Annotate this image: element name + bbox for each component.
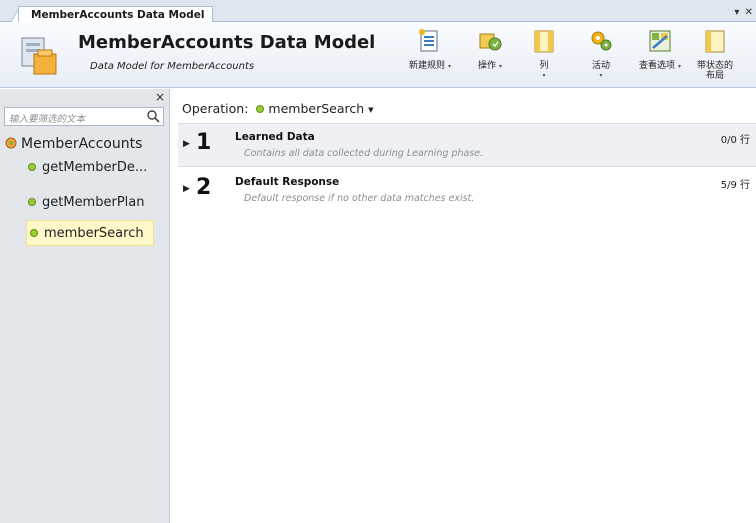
rule-number: 1: [196, 130, 212, 155]
tab-data-model[interactable]: MemberAccounts Data Model: [18, 6, 214, 23]
expand-triangle-icon[interactable]: ▶: [183, 139, 190, 149]
view-options-button[interactable]: 查看选项 ▾: [632, 28, 688, 72]
status-dot-icon: [30, 229, 38, 237]
document-tab-strip: MemberAccounts Data Model ▾ ✕: [0, 0, 756, 23]
page-subtitle: Data Model for MemberAccounts: [90, 61, 255, 72]
expand-triangle-icon[interactable]: ▶: [183, 184, 190, 194]
rule-row[interactable]: ▶ 2 Default Response Default response if…: [178, 169, 756, 213]
tree-item-getmemberplan[interactable]: getMemberPlan: [28, 190, 164, 216]
operation-value[interactable]: memberSearch: [268, 101, 364, 116]
chevron-down-icon[interactable]: ▼: [368, 106, 373, 114]
tree-item-membersearch[interactable]: memberSearch: [26, 220, 154, 246]
rule-name: Learned Data: [235, 131, 315, 143]
columns-button[interactable]: 列 ▾: [528, 28, 560, 81]
search-icon[interactable]: [146, 109, 160, 123]
new-rule-button[interactable]: 新建规则 ▾: [405, 28, 455, 72]
activity-button[interactable]: 活动 ▾: [583, 28, 619, 81]
close-icon[interactable]: ×: [155, 90, 165, 104]
data-model-icon: [21, 37, 57, 75]
status-dot-icon: [28, 163, 36, 171]
rule-row-count: 0/0 行: [720, 135, 750, 146]
operation-selector[interactable]: Operation: memberSearch ▼: [182, 101, 374, 116]
rule-description: Default response if no other data matche…: [244, 193, 475, 204]
rule-description: Contains all data collected during Learn…: [244, 148, 484, 159]
rule-row-count: 5/9 行: [720, 180, 750, 191]
columns-icon: [534, 30, 554, 53]
stateful-layout-button[interactable]: 带状态的布局: [692, 28, 738, 81]
page-title: MemberAccounts Data Model: [78, 32, 376, 53]
new-rule-icon: [419, 29, 438, 52]
main-panel: Operation: memberSearch ▼ ▶ 1 Learned Dat…: [171, 89, 756, 523]
actions-button[interactable]: 操作 ▾: [470, 28, 510, 72]
activity-icon: [591, 31, 612, 51]
rule-number: 2: [196, 175, 212, 200]
rule-row[interactable]: ▶ 1 Learned Data Contains all data colle…: [178, 123, 756, 167]
status-dot-icon: [256, 105, 265, 113]
rule-name: Default Response: [235, 176, 340, 188]
service-icon: [5, 137, 17, 149]
filter-placeholder: 输入要筛选的文本: [9, 114, 86, 125]
actions-icon: [479, 33, 502, 51]
view-options-icon: [649, 30, 671, 52]
stateful-layout-icon: [705, 30, 725, 53]
status-dot-icon: [28, 198, 36, 206]
operation-label: Operation:: [182, 101, 249, 116]
window-controls[interactable]: ▾ ✕: [734, 7, 754, 18]
filter-input[interactable]: 输入要筛选的文本: [4, 107, 164, 126]
header: MemberAccounts Data Model Data Model for…: [0, 22, 756, 88]
tree-root-memberaccounts[interactable]: MemberAccounts: [5, 136, 142, 152]
tree-item-getmemberdetails[interactable]: getMemberDe...: [28, 155, 164, 181]
sidebar: × 输入要筛选的文本 MemberAccounts getMemberDe...…: [0, 89, 170, 523]
